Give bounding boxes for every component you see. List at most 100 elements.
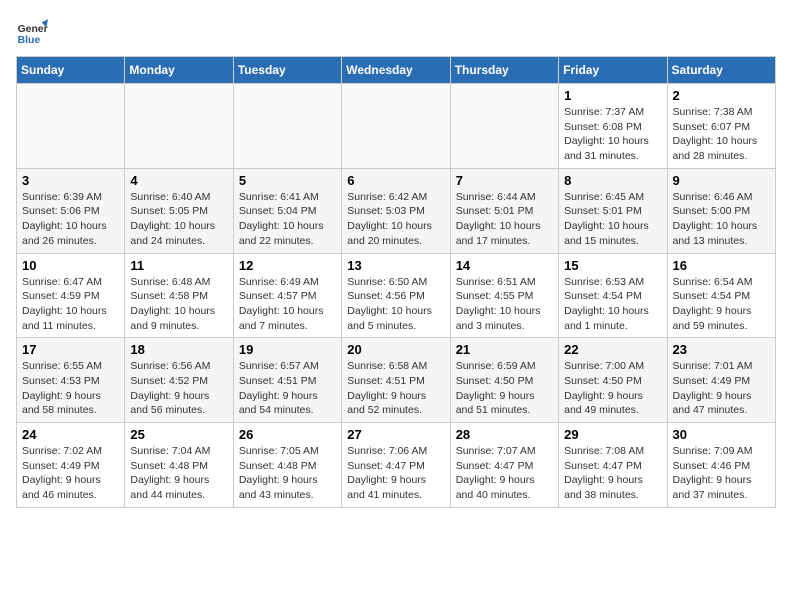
calendar-table: SundayMondayTuesdayWednesdayThursdayFrid… bbox=[16, 56, 776, 508]
calendar-cell: 2 Sunrise: 7:38 AM Sunset: 6:07 PM Daylig… bbox=[667, 84, 775, 169]
day-number: 2 bbox=[673, 88, 770, 103]
day-info: Sunrise: 7:06 AM Sunset: 4:47 PM Dayligh… bbox=[347, 444, 444, 503]
calendar-cell: 30Sunrise: 7:09 AM Sunset: 4:46 PM Dayli… bbox=[667, 423, 775, 508]
day-number: 25 bbox=[130, 427, 227, 442]
day-info: Sunrise: 6:57 AM Sunset: 4:51 PM Dayligh… bbox=[239, 359, 336, 418]
calendar-cell: 26 Sunrise: 7:05 AM Sunset: 4:48 PM Dayli… bbox=[233, 423, 341, 508]
day-number: 1 bbox=[564, 88, 661, 103]
calendar-cell bbox=[233, 84, 341, 169]
day-number: 5 bbox=[239, 173, 336, 188]
weekday-header-monday: Monday bbox=[125, 57, 233, 84]
day-number: 10 bbox=[22, 258, 119, 273]
day-number: 18 bbox=[130, 342, 227, 357]
weekday-header-wednesday: Wednesday bbox=[342, 57, 450, 84]
day-number: 4 bbox=[130, 173, 227, 188]
day-info: Sunrise: 7:05 AM Sunset: 4:48 PM Dayligh… bbox=[239, 444, 336, 503]
day-info: Sunrise: 6:58 AM Sunset: 4:51 PM Dayligh… bbox=[347, 359, 444, 418]
calendar-cell: 7 Sunrise: 6:44 AM Sunset: 5:01 PM Daylig… bbox=[450, 168, 558, 253]
calendar-cell: 12 Sunrise: 6:49 AM Sunset: 4:57 PM Dayli… bbox=[233, 253, 341, 338]
calendar-week-4: 17Sunrise: 6:55 AM Sunset: 4:53 PM Dayli… bbox=[17, 338, 776, 423]
calendar-cell: 16 Sunrise: 6:54 AM Sunset: 4:54 PM Dayli… bbox=[667, 253, 775, 338]
day-info: Sunrise: 6:39 AM Sunset: 5:06 PM Dayligh… bbox=[22, 190, 119, 249]
day-number: 22 bbox=[564, 342, 661, 357]
calendar-week-3: 10 Sunrise: 6:47 AM Sunset: 4:59 PM Dayli… bbox=[17, 253, 776, 338]
day-number: 21 bbox=[456, 342, 553, 357]
day-info: Sunrise: 7:38 AM Sunset: 6:07 PM Dayligh… bbox=[673, 105, 770, 164]
day-info: Sunrise: 6:47 AM Sunset: 4:59 PM Dayligh… bbox=[22, 275, 119, 334]
day-info: Sunrise: 6:41 AM Sunset: 5:04 PM Dayligh… bbox=[239, 190, 336, 249]
calendar-cell: 22Sunrise: 7:00 AM Sunset: 4:50 PM Dayli… bbox=[559, 338, 667, 423]
calendar-cell: 27Sunrise: 7:06 AM Sunset: 4:47 PM Dayli… bbox=[342, 423, 450, 508]
calendar-cell bbox=[450, 84, 558, 169]
calendar-cell: 21Sunrise: 6:59 AM Sunset: 4:50 PM Dayli… bbox=[450, 338, 558, 423]
day-info: Sunrise: 6:54 AM Sunset: 4:54 PM Dayligh… bbox=[673, 275, 770, 334]
day-info: Sunrise: 6:45 AM Sunset: 5:01 PM Dayligh… bbox=[564, 190, 661, 249]
day-info: Sunrise: 7:01 AM Sunset: 4:49 PM Dayligh… bbox=[673, 359, 770, 418]
day-number: 6 bbox=[347, 173, 444, 188]
calendar-cell: 17Sunrise: 6:55 AM Sunset: 4:53 PM Dayli… bbox=[17, 338, 125, 423]
calendar-week-2: 3 Sunrise: 6:39 AM Sunset: 5:06 PM Daylig… bbox=[17, 168, 776, 253]
calendar-cell: 10 Sunrise: 6:47 AM Sunset: 4:59 PM Dayli… bbox=[17, 253, 125, 338]
calendar-cell: 15 Sunrise: 6:53 AM Sunset: 4:54 PM Dayli… bbox=[559, 253, 667, 338]
calendar-cell: 24Sunrise: 7:02 AM Sunset: 4:49 PM Dayli… bbox=[17, 423, 125, 508]
calendar-header-row: SundayMondayTuesdayWednesdayThursdayFrid… bbox=[17, 57, 776, 84]
calendar-cell: 28 Sunrise: 7:07 AM Sunset: 4:47 PM Dayli… bbox=[450, 423, 558, 508]
day-info: Sunrise: 7:04 AM Sunset: 4:48 PM Dayligh… bbox=[130, 444, 227, 503]
page-header: General Blue bbox=[16, 16, 776, 48]
svg-text:Blue: Blue bbox=[18, 35, 41, 46]
day-info: Sunrise: 6:53 AM Sunset: 4:54 PM Dayligh… bbox=[564, 275, 661, 334]
day-info: Sunrise: 7:09 AM Sunset: 4:46 PM Dayligh… bbox=[673, 444, 770, 503]
day-info: Sunrise: 6:49 AM Sunset: 4:57 PM Dayligh… bbox=[239, 275, 336, 334]
weekday-header-thursday: Thursday bbox=[450, 57, 558, 84]
day-info: Sunrise: 6:40 AM Sunset: 5:05 PM Dayligh… bbox=[130, 190, 227, 249]
calendar-cell: 1 Sunrise: 7:37 AM Sunset: 6:08 PM Daylig… bbox=[559, 84, 667, 169]
day-number: 28 bbox=[456, 427, 553, 442]
day-number: 16 bbox=[673, 258, 770, 273]
calendar-cell: 25 Sunrise: 7:04 AM Sunset: 4:48 PM Dayli… bbox=[125, 423, 233, 508]
svg-text:General: General bbox=[18, 24, 48, 35]
calendar-cell: 18Sunrise: 6:56 AM Sunset: 4:52 PM Dayli… bbox=[125, 338, 233, 423]
calendar-cell: 4 Sunrise: 6:40 AM Sunset: 5:05 PM Daylig… bbox=[125, 168, 233, 253]
calendar-cell: 14Sunrise: 6:51 AM Sunset: 4:55 PM Dayli… bbox=[450, 253, 558, 338]
day-number: 13 bbox=[347, 258, 444, 273]
calendar-cell: 3 Sunrise: 6:39 AM Sunset: 5:06 PM Daylig… bbox=[17, 168, 125, 253]
day-info: Sunrise: 6:55 AM Sunset: 4:53 PM Dayligh… bbox=[22, 359, 119, 418]
day-number: 29 bbox=[564, 427, 661, 442]
calendar-cell: 13 Sunrise: 6:50 AM Sunset: 4:56 PM Dayli… bbox=[342, 253, 450, 338]
calendar-cell: 23Sunrise: 7:01 AM Sunset: 4:49 PM Dayli… bbox=[667, 338, 775, 423]
day-info: Sunrise: 6:50 AM Sunset: 4:56 PM Dayligh… bbox=[347, 275, 444, 334]
day-number: 20 bbox=[347, 342, 444, 357]
weekday-header-saturday: Saturday bbox=[667, 57, 775, 84]
day-info: Sunrise: 6:44 AM Sunset: 5:01 PM Dayligh… bbox=[456, 190, 553, 249]
day-number: 26 bbox=[239, 427, 336, 442]
day-number: 11 bbox=[130, 258, 227, 273]
calendar-cell: 20 Sunrise: 6:58 AM Sunset: 4:51 PM Dayli… bbox=[342, 338, 450, 423]
day-info: Sunrise: 6:42 AM Sunset: 5:03 PM Dayligh… bbox=[347, 190, 444, 249]
day-info: Sunrise: 6:51 AM Sunset: 4:55 PM Dayligh… bbox=[456, 275, 553, 334]
day-number: 7 bbox=[456, 173, 553, 188]
day-info: Sunrise: 7:08 AM Sunset: 4:47 PM Dayligh… bbox=[564, 444, 661, 503]
weekday-header-sunday: Sunday bbox=[17, 57, 125, 84]
day-number: 15 bbox=[564, 258, 661, 273]
day-info: Sunrise: 6:46 AM Sunset: 5:00 PM Dayligh… bbox=[673, 190, 770, 249]
logo: General Blue bbox=[16, 16, 48, 48]
day-info: Sunrise: 7:02 AM Sunset: 4:49 PM Dayligh… bbox=[22, 444, 119, 503]
day-number: 3 bbox=[22, 173, 119, 188]
calendar-cell: 9 Sunrise: 6:46 AM Sunset: 5:00 PM Daylig… bbox=[667, 168, 775, 253]
calendar-cell bbox=[17, 84, 125, 169]
weekday-header-friday: Friday bbox=[559, 57, 667, 84]
calendar-cell: 6 Sunrise: 6:42 AM Sunset: 5:03 PM Daylig… bbox=[342, 168, 450, 253]
day-info: Sunrise: 7:07 AM Sunset: 4:47 PM Dayligh… bbox=[456, 444, 553, 503]
day-number: 19 bbox=[239, 342, 336, 357]
calendar-cell: 11 Sunrise: 6:48 AM Sunset: 4:58 PM Dayli… bbox=[125, 253, 233, 338]
day-info: Sunrise: 7:37 AM Sunset: 6:08 PM Dayligh… bbox=[564, 105, 661, 164]
day-number: 8 bbox=[564, 173, 661, 188]
day-info: Sunrise: 6:48 AM Sunset: 4:58 PM Dayligh… bbox=[130, 275, 227, 334]
day-number: 12 bbox=[239, 258, 336, 273]
calendar-cell: 5 Sunrise: 6:41 AM Sunset: 5:04 PM Daylig… bbox=[233, 168, 341, 253]
calendar-cell: 8 Sunrise: 6:45 AM Sunset: 5:01 PM Daylig… bbox=[559, 168, 667, 253]
calendar-cell: 29 Sunrise: 7:08 AM Sunset: 4:47 PM Dayli… bbox=[559, 423, 667, 508]
calendar-cell bbox=[342, 84, 450, 169]
weekday-header-tuesday: Tuesday bbox=[233, 57, 341, 84]
day-number: 9 bbox=[673, 173, 770, 188]
